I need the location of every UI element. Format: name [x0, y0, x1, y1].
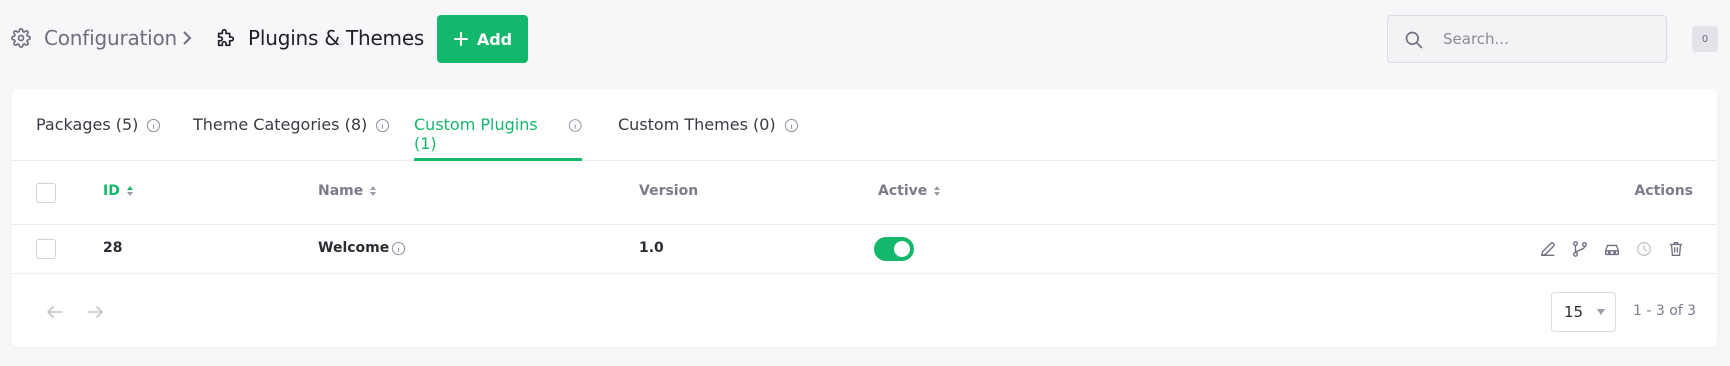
sort-icon [370, 186, 377, 196]
column-label: Name [318, 183, 364, 199]
per-page-value: 15 [1564, 303, 1584, 321]
table-header: ID Name Version Active Actions [12, 161, 1717, 225]
cell-id: 28 [103, 240, 123, 256]
column-name[interactable]: Name [318, 183, 377, 199]
tab-bar: Packages (5) Theme Categories (8) Custom… [12, 89, 1717, 161]
cell-name: Welcome [318, 240, 406, 256]
cell-version: 1.0 [639, 240, 664, 256]
gear-icon [11, 28, 31, 48]
plus-icon [453, 32, 468, 46]
breadcrumb-configuration[interactable]: Configuration [44, 26, 177, 50]
column-active[interactable]: Active [878, 183, 941, 199]
chevron-right-icon [183, 31, 192, 45]
tab-custom-plugins[interactable]: Custom Plugins (1) [414, 115, 582, 161]
row-checkbox[interactable] [36, 239, 56, 259]
notification-badge[interactable]: 0 [1692, 26, 1718, 52]
column-version: Version [639, 183, 698, 199]
top-bar: Configuration Plugins & Themes Add 0 [0, 0, 1730, 78]
column-actions: Actions [1634, 183, 1693, 199]
add-button-label: Add [476, 29, 513, 49]
plugin-name[interactable]: Welcome [318, 240, 389, 256]
toggle-knob [894, 241, 910, 257]
tab-label: Custom Plugins (1) [414, 115, 538, 153]
info-icon [568, 119, 582, 132]
page-title: Plugins & Themes [248, 26, 425, 50]
info-icon[interactable] [391, 241, 406, 256]
puzzle-icon [217, 28, 235, 47]
add-button[interactable]: Add [437, 15, 528, 63]
plugins-card: Packages (5) Theme Categories (8) Custom… [12, 89, 1717, 347]
branch-icon[interactable] [1571, 240, 1589, 258]
next-page-icon[interactable] [86, 305, 104, 319]
tab-label: Custom Themes (0) [618, 115, 776, 134]
search-box[interactable] [1387, 15, 1667, 63]
column-label: Active [878, 183, 928, 199]
search-input[interactable] [1443, 26, 1653, 52]
tab-label: Theme Categories (8) [193, 115, 368, 134]
tab-label: Packages (5) [36, 115, 139, 134]
column-label: ID [103, 183, 120, 199]
pagination-bar: 15 1 - 3 of 3 [12, 275, 1717, 347]
select-all-checkbox[interactable] [36, 183, 56, 203]
sort-icon [126, 186, 133, 196]
edit-icon[interactable] [1539, 240, 1557, 258]
column-label: Actions [1634, 183, 1693, 199]
sort-icon [934, 186, 941, 196]
tab-custom-themes[interactable]: Custom Themes (0) [618, 115, 799, 161]
column-id[interactable]: ID [103, 183, 134, 199]
column-label: Version [639, 183, 699, 199]
per-page-select[interactable]: 15 [1551, 292, 1616, 332]
info-icon [784, 118, 798, 133]
tab-theme-categories[interactable]: Theme Categories (8) [193, 115, 390, 161]
prev-page-icon[interactable] [46, 305, 64, 319]
car-icon[interactable] [1603, 240, 1621, 258]
trash-icon[interactable] [1667, 240, 1685, 258]
active-toggle[interactable] [874, 237, 914, 261]
clock-icon [1637, 242, 1651, 256]
search-icon [1405, 31, 1423, 49]
info-icon [147, 118, 161, 133]
table-row: 28 Welcome 1.0 [12, 225, 1717, 274]
pagination-range: 1 - 3 of 3 [1633, 303, 1697, 319]
info-icon [376, 118, 390, 133]
caret-down-icon [1597, 309, 1606, 315]
tab-packages[interactable]: Packages (5) [36, 115, 161, 161]
